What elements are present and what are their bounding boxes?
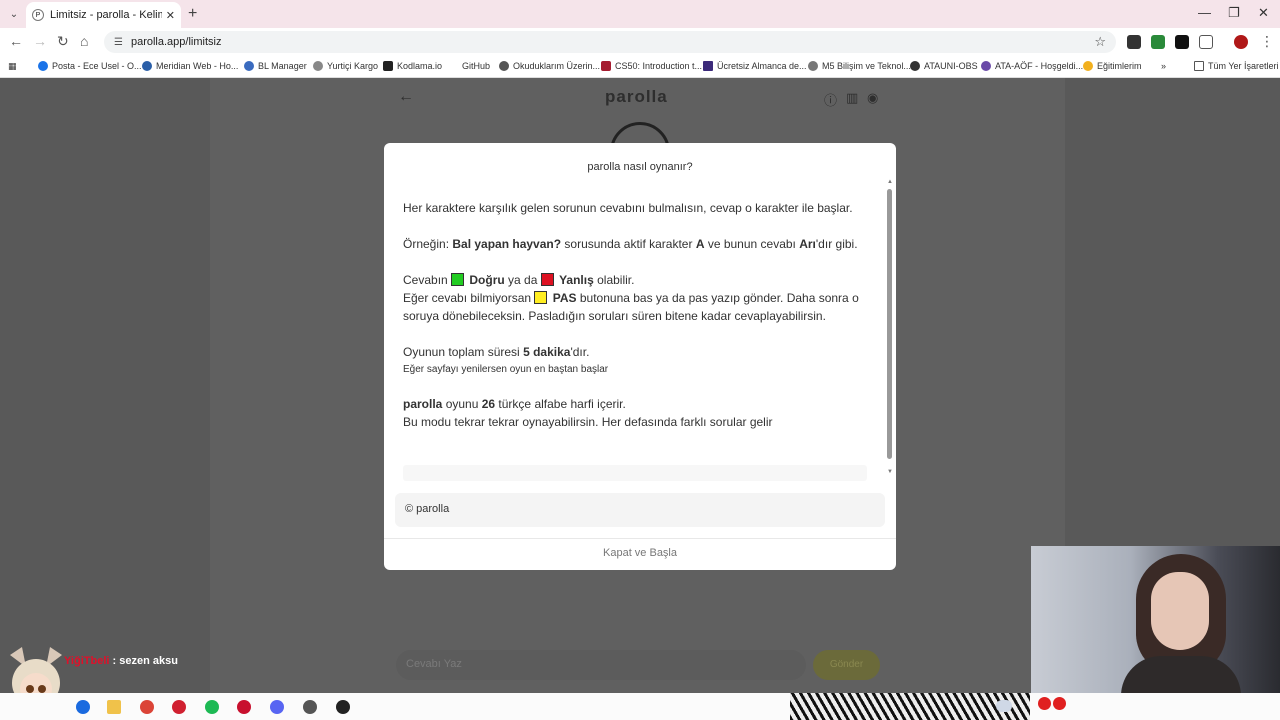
- reload-icon[interactable]: ↻: [57, 33, 69, 50]
- forward-icon[interactable]: →: [33, 33, 47, 49]
- modal-title: parolla nasıl oynanır?: [587, 161, 693, 173]
- next-section-preview: [403, 465, 867, 481]
- tab-search-icon[interactable]: ⌄: [6, 6, 22, 22]
- new-tab-icon[interactable]: +: [188, 5, 197, 23]
- back-arrow-icon[interactable]: ←: [398, 88, 414, 106]
- bookmark-star-icon[interactable]: ☆: [1094, 34, 1106, 50]
- home-icon[interactable]: ⌂: [80, 33, 88, 49]
- modal-divider: [384, 538, 896, 539]
- menu-dots-icon[interactable]: ⋮: [1260, 33, 1274, 50]
- rule-paragraph: Örneğin: Bal yapan hayvan? sorusunda akt…: [403, 237, 858, 251]
- discord-icon[interactable]: [270, 700, 284, 714]
- bookmark-item[interactable]: M5 Bilişim ve Teknol...: [808, 61, 911, 71]
- correct-color-swatch: [451, 273, 465, 286]
- url-text: parolla.app/limitsiz: [130, 36, 222, 48]
- modal-body: Her karaktere karşılık gelen sorunun cev…: [403, 199, 873, 479]
- taskbar-app-icon[interactable]: [172, 700, 186, 714]
- scroll-down-icon[interactable]: ▼: [887, 469, 893, 475]
- bookmark-item[interactable]: ATAUNI-OBS: [910, 61, 978, 71]
- obs-icon[interactable]: [303, 700, 317, 714]
- restore-icon[interactable]: ❐: [1228, 5, 1240, 21]
- extensions-puzzle-icon[interactable]: [1199, 35, 1213, 49]
- webcam-overlay: [1031, 546, 1280, 693]
- wrong-color-swatch: [540, 273, 554, 286]
- all-bookmarks-folder[interactable]: Tüm Yer İşaretleri: [1194, 61, 1279, 71]
- rule-paragraph: parolla oyunu 26 türkçe alfabe harfi içe…: [403, 397, 773, 429]
- browser-tab[interactable]: P Limitsiz - parolla - Kelime oyunu ✕: [26, 2, 181, 28]
- minimize-icon[interactable]: —: [1198, 5, 1211, 20]
- tray-icon: [1038, 697, 1051, 710]
- bookmark-item[interactable]: CS50: Introduction t...: [601, 61, 702, 71]
- page-logo: parolla: [605, 87, 668, 106]
- browser-tab-bar: ⌄ P Limitsiz - parolla - Kelime oyunu ✕ …: [0, 0, 1280, 28]
- taskbar-app-icon[interactable]: [336, 700, 350, 714]
- file-explorer-icon[interactable]: [107, 700, 121, 714]
- bookmark-item[interactable]: ATA-AÖF - Hoşgeldi...: [981, 61, 1083, 71]
- extension-icon[interactable]: [1151, 35, 1165, 49]
- close-and-start-button[interactable]: Kapat ve Başla: [384, 547, 896, 559]
- answer-input[interactable]: Cevabı Yaz: [396, 650, 806, 680]
- bookmark-item[interactable]: Okuduklarım Üzerin...: [499, 61, 600, 71]
- taskbar-app-icon[interactable]: [76, 700, 90, 714]
- browser-toolbar: ← → ↻ ⌂ ☰ parolla.app/limitsiz ☆ ⋮: [0, 28, 1280, 56]
- scrollbar-thumb[interactable]: [887, 189, 892, 459]
- bookmark-item[interactable]: Yurtiçi Kargo: [313, 61, 378, 71]
- profile-avatar[interactable]: [1234, 35, 1248, 49]
- scroll-up-icon[interactable]: ▲: [887, 179, 893, 185]
- back-icon[interactable]: ←: [9, 33, 23, 49]
- apps-grid-icon[interactable]: ▦: [8, 61, 17, 72]
- more-bookmarks-icon[interactable]: »: [1161, 61, 1166, 71]
- copyright-box: © parolla: [395, 493, 885, 527]
- system-tray: [1038, 697, 1066, 710]
- bookmark-item[interactable]: Meridian Web - Ho...: [142, 61, 238, 71]
- spotify-icon[interactable]: [205, 700, 219, 714]
- extension-icon[interactable]: [1175, 35, 1189, 49]
- tab-title: Limitsiz - parolla - Kelime oyunu: [50, 9, 162, 21]
- bookmarks-bar: ▦ Posta - Ece Usel - O... Meridian Web -…: [0, 56, 1280, 78]
- weather-icon[interactable]: [996, 700, 1012, 712]
- stream-decoration: [790, 693, 1030, 720]
- modal-scrollbar[interactable]: ▲ ▼: [886, 179, 894, 479]
- extension-icon[interactable]: [1127, 35, 1141, 49]
- chrome-icon[interactable]: [140, 700, 154, 714]
- bookmark-item[interactable]: GitHub: [448, 61, 490, 71]
- bookmark-item[interactable]: Posta - Ece Usel - O...: [38, 61, 142, 71]
- close-window-icon[interactable]: ✕: [1258, 5, 1269, 21]
- bookmark-item[interactable]: Ücretsiz Almanca de...: [703, 61, 807, 71]
- profile-icon[interactable]: ◉: [867, 90, 878, 106]
- close-tab-icon[interactable]: ✕: [166, 9, 175, 22]
- send-button[interactable]: Gönder: [813, 650, 880, 680]
- os-taskbar: [0, 693, 1280, 720]
- refresh-note: Eğer sayfayı yenilersen oyun en baştan b…: [403, 364, 609, 375]
- favicon-icon: P: [32, 9, 44, 21]
- bookmark-item[interactable]: Kodlama.io: [383, 61, 442, 71]
- chat-message: YiğiTbeli : sezen aksu: [64, 655, 178, 667]
- bookmark-item[interactable]: BL Manager: [244, 61, 307, 71]
- taskbar-app-icon[interactable]: [237, 700, 251, 714]
- address-bar[interactable]: ☰ parolla.app/limitsiz ☆: [104, 31, 1116, 53]
- bookmark-item[interactable]: Eğitimlerim: [1083, 61, 1142, 71]
- info-icon[interactable]: ⓘ: [824, 90, 837, 109]
- rule-paragraph: Oyunun toplam süresi 5 dakika'dır. Eğer s…: [403, 343, 873, 377]
- tray-icon: [1053, 697, 1066, 710]
- how-to-play-modal: parolla nasıl oynanır? Her karaktere kar…: [384, 143, 896, 570]
- stats-icon[interactable]: ▥: [846, 90, 858, 106]
- pass-color-swatch: [534, 291, 548, 304]
- rule-paragraph: Cevabın Doğru ya da Yanlış olabilir. Eğer…: [403, 273, 859, 323]
- site-info-icon[interactable]: ☰: [114, 37, 123, 48]
- rule-paragraph: Her karaktere karşılık gelen sorunun cev…: [403, 201, 853, 215]
- chat-username: YiğiTbeli: [64, 655, 110, 667]
